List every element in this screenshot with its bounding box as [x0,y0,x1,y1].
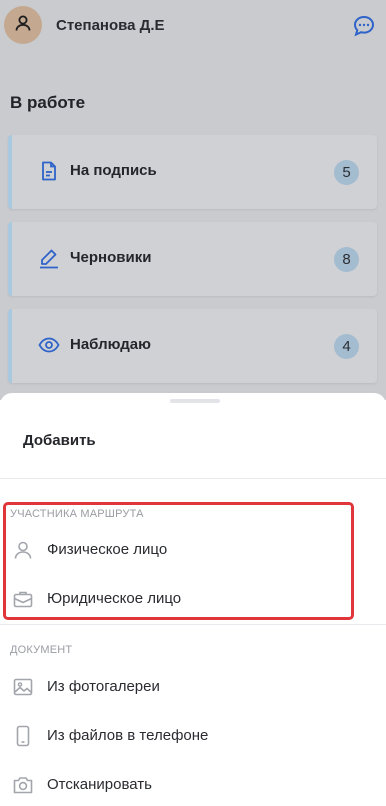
chat-icon[interactable] [352,14,376,38]
avatar[interactable] [4,6,42,44]
card-label: Наблюдаю [70,336,151,353]
phone-icon [12,725,34,747]
group-label-document: ДОКУМЕНТ [10,644,73,656]
from-gallery-item[interactable]: Из фотогалереи [0,666,386,708]
sheet-grabber[interactable] [170,399,220,403]
camera-icon [12,774,34,796]
user-icon [14,14,32,37]
add-bottom-sheet: Добавить УЧАСТНИКА МАРШРУТА Физическое л… [0,393,386,806]
card-label: Черновики [70,249,152,266]
background-screen: Степанова Д.Е В работе На подпись 5 Черн… [0,0,386,400]
count-badge: 4 [334,334,359,359]
image-icon [12,676,34,698]
from-phone-files-item[interactable]: Из файлов в телефоне [0,715,386,757]
count-badge: 8 [334,247,359,272]
pencil-icon [38,247,60,269]
divider [0,478,386,479]
card-to-sign[interactable]: На подпись 5 [8,135,377,209]
sheet-title: Добавить [23,432,96,449]
scan-item[interactable]: Отсканировать [0,764,386,806]
highlight-box [3,502,354,620]
user-name: Степанова Д.Е [56,17,165,34]
document-icon [38,160,60,182]
section-title: В работе [10,93,86,112]
eye-icon [38,334,60,356]
header: Степанова Д.Е [0,0,386,54]
divider [0,624,386,625]
count-badge: 5 [334,160,359,185]
card-label: На подпись [70,162,157,179]
card-drafts[interactable]: Черновики 8 [8,222,377,296]
item-label: Отсканировать [47,776,152,793]
item-label: Из файлов в телефоне [47,727,209,744]
item-label: Из фотогалереи [47,678,160,695]
card-watching[interactable]: Наблюдаю 4 [8,309,377,383]
